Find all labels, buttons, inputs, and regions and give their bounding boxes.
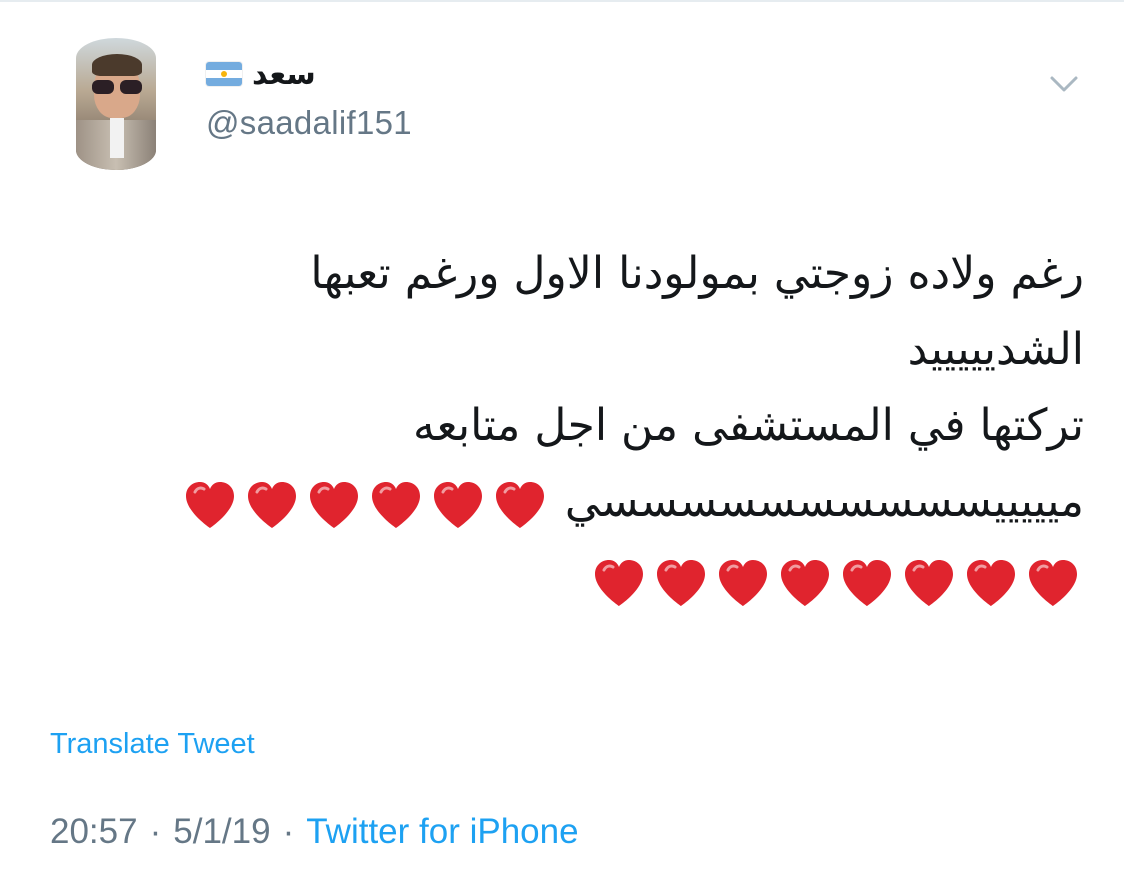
red-heart-icon [657,560,705,606]
red-heart-icon [433,482,482,528]
top-divider [0,0,1124,2]
tweet-time: 20:57 [50,812,138,851]
tweet-line-with-hearts: ميييييسسسسسسسسسسي [84,464,1084,542]
translate-tweet-link[interactable]: Translate Tweet [50,728,255,761]
red-heart-icon [371,482,420,528]
avatar-sunglasses [92,80,142,94]
tweet-text: رغم ولاده زوجتي بمولودنا الاول ورغم تعبه… [84,236,1084,618]
tweet-date: 5/1/19 [173,812,271,851]
user-name-row[interactable]: سعد [206,54,316,94]
red-heart-icon [1029,560,1077,606]
chevron-down-icon[interactable] [1046,66,1082,102]
tweet-line: ميييييسسسسسسسسسسي [564,476,1084,527]
tweet-source-link[interactable]: Twitter for iPhone [306,812,578,852]
red-heart-icon [967,560,1015,606]
avatar-hair [92,54,142,76]
user-handle[interactable]: @saadalif151 [206,104,412,142]
hearts-group [588,544,1084,620]
tweet-line: الشديييييد [907,324,1084,375]
red-heart-icon [719,560,767,606]
tweet-line: تركتها في المستشفى من اجل متابعه [413,400,1084,451]
hearts-line [84,542,1084,618]
meta-separator: · [149,812,162,851]
red-heart-icon [309,482,358,528]
red-heart-icon [843,560,891,606]
red-heart-icon [905,560,953,606]
meta-separator: · [282,812,295,851]
red-heart-icon [185,482,234,528]
tweet-line: رغم ولاده زوجتي بمولودنا الاول ورغم تعبه… [310,248,1084,299]
argentina-flag-icon [206,62,242,86]
red-heart-icon [595,560,643,606]
tweet-meta: 20:57 · 5/1/19 · Twitter for iPhone [50,812,579,852]
red-heart-icon [781,560,829,606]
avatar-collar [110,118,124,158]
hearts-group [179,466,551,542]
red-heart-icon [247,482,296,528]
display-name[interactable]: سعد [252,57,316,92]
avatar[interactable] [76,38,156,170]
red-heart-icon [495,482,544,528]
